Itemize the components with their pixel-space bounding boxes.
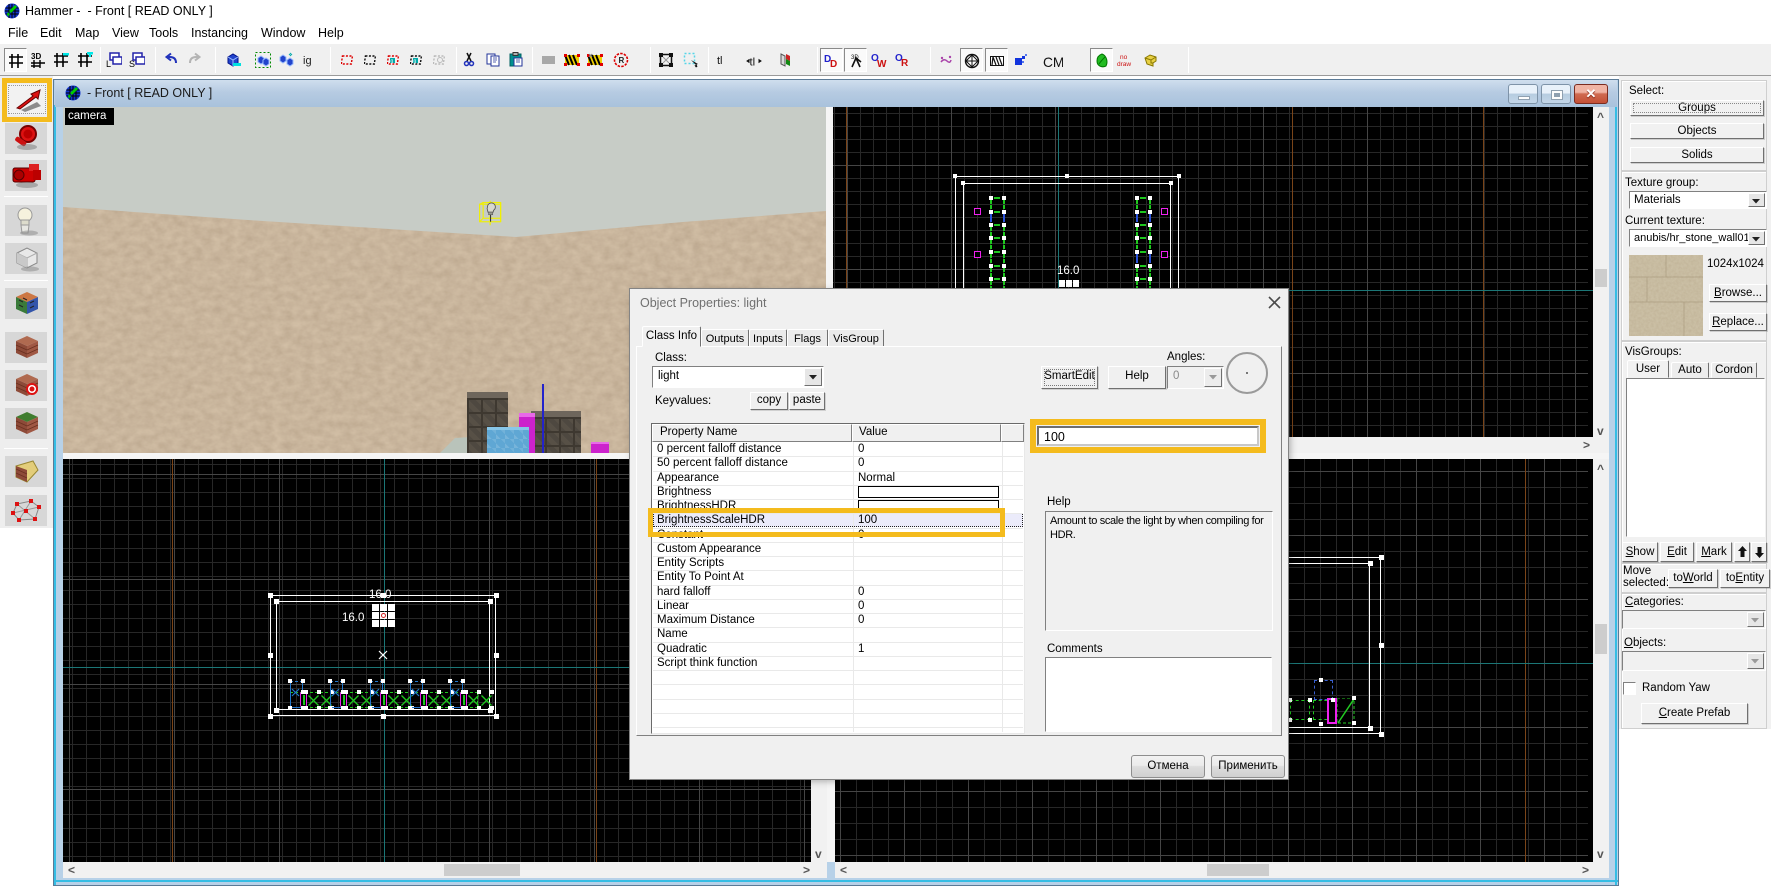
svg-text:R: R bbox=[619, 56, 625, 65]
svg-text:draw: draw bbox=[1117, 61, 1131, 68]
svg-text:CM: CM bbox=[1043, 55, 1063, 70]
svg-text:16.0: 16.0 bbox=[342, 612, 364, 624]
svg-text:ig: ig bbox=[303, 55, 312, 67]
svg-text:q: q bbox=[391, 59, 394, 65]
svg-text:16.0: 16.0 bbox=[369, 589, 391, 601]
svg-text:16.0: 16.0 bbox=[1057, 265, 1079, 277]
svg-text:R: R bbox=[901, 58, 909, 68]
svg-text:3D: 3D bbox=[31, 52, 41, 61]
svg-text:q: q bbox=[414, 59, 417, 65]
svg-text:W: W bbox=[877, 59, 887, 68]
svg-text:no: no bbox=[1120, 54, 1128, 61]
svg-text:D: D bbox=[830, 59, 837, 69]
svg-text:tl: tl bbox=[750, 57, 756, 69]
svg-text:tl: tl bbox=[717, 55, 723, 67]
